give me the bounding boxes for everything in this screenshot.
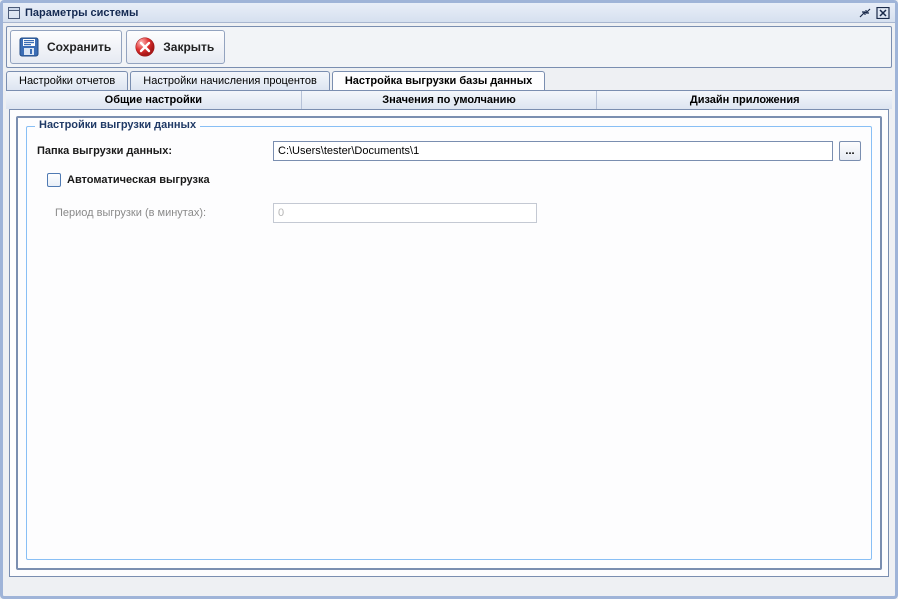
tab-interest-settings[interactable]: Настройки начисления процентов xyxy=(130,71,330,90)
window-icon xyxy=(7,6,21,20)
tab-content: Настройки выгрузки данных Папка выгрузки… xyxy=(9,109,889,577)
toolbar: Сохранить Закрыть xyxy=(6,26,892,68)
titlebar: Параметры системы xyxy=(3,3,895,23)
tabs-row-lower: Общие настройки Значения по умолчанию Ди… xyxy=(6,90,892,109)
save-button[interactable]: Сохранить xyxy=(10,30,122,64)
export-period-label: Период выгрузки (в минутах): xyxy=(37,207,273,219)
export-settings-group: Настройки выгрузки данных Папка выгрузки… xyxy=(26,126,872,560)
tab-db-export-settings[interactable]: Настройка выгрузки базы данных xyxy=(332,71,545,90)
close-button[interactable]: Закрыть xyxy=(126,30,225,64)
browse-folder-button[interactable]: ... xyxy=(839,141,861,161)
tab-app-design[interactable]: Дизайн приложения xyxy=(597,91,892,109)
tab-general-settings[interactable]: Общие настройки xyxy=(6,91,302,109)
close-icon xyxy=(133,35,157,59)
floppy-disk-icon xyxy=(17,35,41,59)
export-period-input[interactable] xyxy=(273,203,537,223)
close-window-button[interactable] xyxy=(875,6,891,20)
maximize-button[interactable] xyxy=(857,6,873,20)
export-folder-input[interactable] xyxy=(273,141,833,161)
tab-reports-settings[interactable]: Настройки отчетов xyxy=(6,71,128,90)
export-folder-label: Папка выгрузки данных: xyxy=(37,145,273,157)
auto-export-checkbox-label[interactable]: Автоматическая выгрузка xyxy=(67,174,210,186)
auto-export-checkbox[interactable] xyxy=(47,173,61,187)
close-button-label: Закрыть xyxy=(163,40,214,54)
tabs-container: Настройки отчетов Настройки начисления п… xyxy=(6,71,892,577)
tab-default-values[interactable]: Значения по умолчанию xyxy=(302,91,598,109)
save-button-label: Сохранить xyxy=(47,40,111,54)
tabs-row-upper: Настройки отчетов Настройки начисления п… xyxy=(6,71,892,90)
window-title: Параметры системы xyxy=(25,7,855,19)
group-legend: Настройки выгрузки данных xyxy=(35,119,200,131)
